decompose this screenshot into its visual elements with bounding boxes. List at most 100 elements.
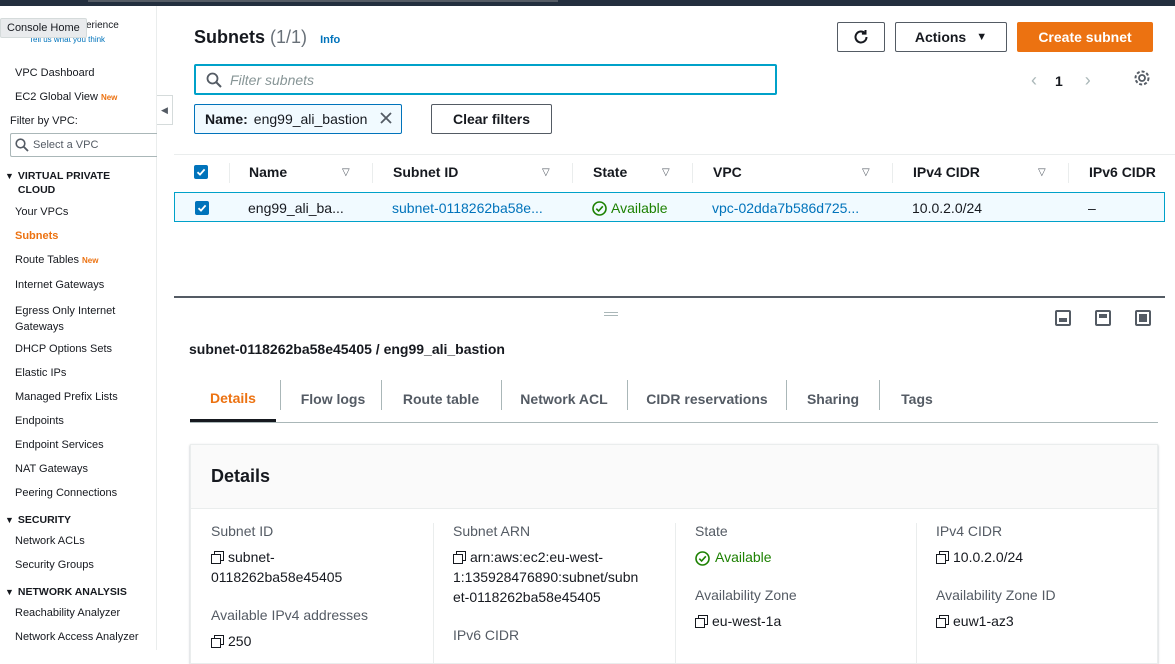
copy-icon[interactable]: [211, 551, 224, 564]
collapse-sidebar-button[interactable]: ◀: [157, 95, 173, 125]
sidebar-item-network-access-analyzer[interactable]: Network Access Analyzer: [15, 631, 139, 643]
caret-down-icon: ▼: [5, 515, 14, 525]
panel-bottom-icon[interactable]: [1055, 310, 1071, 326]
sidebar-item-ec2-global-view[interactable]: EC2 Global View New: [15, 91, 117, 103]
sidebar-item-endpoint-services[interactable]: Endpoint Services: [15, 439, 104, 451]
field-label: Subnet ID: [211, 523, 274, 539]
sidebar-item-network-acls[interactable]: Network ACLs: [15, 535, 85, 547]
caret-down-icon: ▼: [976, 31, 988, 43]
vpc-filter-select[interactable]: Select a VPC: [10, 133, 157, 157]
sort-icon[interactable]: ▽: [1038, 155, 1046, 189]
field-label: Subnet ARN: [453, 523, 531, 539]
sidebar-item-label: EC2 Global View: [15, 91, 98, 103]
filter-input[interactable]: [230, 71, 750, 88]
column-header-subnet-id[interactable]: Subnet ID: [393, 155, 458, 189]
new-badge: New: [100, 93, 118, 102]
pagination: ‹ 1 ›: [1031, 70, 1091, 91]
sidebar-item-reachability-analyzer[interactable]: Reachability Analyzer: [15, 607, 120, 619]
resize-handle[interactable]: [604, 312, 618, 316]
main-content: Subnets (1/1) Info Actions ▼ Create subn…: [174, 6, 1175, 664]
column-header-vpc[interactable]: VPC: [713, 155, 742, 189]
sidebar-item-vpc-dashboard[interactable]: VPC Dashboard: [15, 67, 95, 79]
info-link[interactable]: Info: [320, 34, 340, 46]
settings-gear-icon[interactable]: [1133, 69, 1151, 92]
sidebar-item-route-tables[interactable]: Route Tables New: [15, 254, 98, 266]
create-subnet-button[interactable]: Create subnet: [1017, 22, 1153, 52]
field-value-subnet-id: subnet-: [211, 547, 416, 567]
column-header-name[interactable]: Name: [249, 155, 287, 189]
tab-route-table[interactable]: Route table: [382, 376, 500, 422]
sidebar-item-subnets[interactable]: Subnets: [15, 230, 58, 242]
search-icon: [206, 72, 222, 88]
section-security-toggle[interactable]: ▼ SECURITY: [5, 513, 71, 527]
column-header-state[interactable]: State: [593, 155, 627, 189]
sidebar-item-dhcp-options[interactable]: DHCP Options Sets: [15, 343, 112, 355]
check-circle-icon: [592, 200, 607, 216]
select-all-checkbox[interactable]: [194, 155, 208, 189]
sort-icon[interactable]: ▽: [542, 155, 550, 189]
field-value-subnet-id-cont: 0118262ba58e45405: [211, 569, 343, 585]
chevron-left-icon[interactable]: ‹: [1031, 70, 1037, 91]
tab-tags[interactable]: Tags: [880, 376, 954, 422]
close-icon[interactable]: [379, 111, 393, 128]
field-value-ipv4-cidr: 10.0.2.0/24: [936, 547, 1141, 567]
refresh-button[interactable]: [837, 22, 885, 52]
actions-label: Actions: [914, 29, 967, 45]
section-network-analysis-toggle[interactable]: ▼ NETWORK ANALYSIS: [5, 585, 127, 599]
page-title: Subnets (1/1) Info: [194, 27, 340, 48]
sidebar-item-endpoints[interactable]: Endpoints: [15, 415, 64, 427]
column-header-ipv4[interactable]: IPv4 CIDR: [913, 155, 980, 189]
tab-network-acl[interactable]: Network ACL: [502, 376, 626, 422]
filter-search-box[interactable]: [194, 64, 777, 95]
copy-icon[interactable]: [695, 615, 708, 628]
section-title: VIRTUAL PRIVATE CLOUD: [17, 170, 111, 196]
copy-icon[interactable]: [936, 615, 949, 628]
caret-down-icon: ▼: [5, 171, 14, 181]
cell-ipv4: 10.0.2.0/24: [912, 200, 983, 216]
tab-cidr-reservations[interactable]: CIDR reservations: [628, 376, 786, 422]
copy-icon[interactable]: [453, 551, 466, 564]
cell-subnet-id-link[interactable]: subnet-0118262ba58e...: [392, 193, 543, 223]
copy-icon[interactable]: [936, 551, 949, 564]
column-ipv4-cidr: IPv4 CIDR 10.0.2.0/24 Availability Zone …: [936, 523, 1141, 631]
sidebar-item-elastic-ips[interactable]: Elastic IPs: [15, 367, 66, 379]
console-home-tooltip: Console Home: [0, 18, 87, 38]
row-checkbox[interactable]: [195, 193, 209, 223]
sidebar-item-peering[interactable]: Peering Connections: [15, 487, 117, 499]
cell-vpc-link[interactable]: vpc-02dda7b586d725...: [712, 193, 859, 223]
sidebar-item-internet-gateways[interactable]: Internet Gateways: [15, 279, 104, 291]
panel-side-icon[interactable]: [1095, 310, 1111, 326]
copy-icon[interactable]: [211, 635, 224, 648]
panel-full-icon[interactable]: [1135, 310, 1151, 326]
sort-icon[interactable]: ▽: [662, 155, 670, 189]
new-experience-text: erience: [86, 20, 119, 31]
clear-filters-button[interactable]: Clear filters: [431, 104, 552, 134]
section-title: NETWORK ANALYSIS: [17, 586, 127, 598]
chevron-right-icon[interactable]: ›: [1085, 70, 1091, 91]
tab-sharing[interactable]: Sharing: [787, 376, 879, 422]
sidebar-item-security-groups[interactable]: Security Groups: [15, 559, 94, 571]
split-panel-divider[interactable]: [174, 296, 1165, 298]
section-vpc-toggle[interactable]: ▼ VIRTUAL PRIVATE CLOUD: [5, 169, 110, 197]
sidebar-item-your-vpcs[interactable]: Your VPCs: [15, 206, 68, 218]
field-value-state: Available: [695, 547, 900, 567]
page-number[interactable]: 1: [1055, 73, 1063, 89]
field-value-available-ipv4: 250: [211, 631, 416, 651]
detail-tabs: Details Flow logs Route table Network AC…: [190, 376, 1158, 423]
column-header-ipv6[interactable]: IPv6 CIDR: [1089, 155, 1156, 189]
sidebar-item-prefix-lists[interactable]: Managed Prefix Lists: [15, 391, 118, 403]
tab-details[interactable]: Details: [190, 376, 276, 422]
actions-button[interactable]: Actions ▼: [895, 22, 1007, 52]
cell-name: eng99_ali_ba...: [248, 200, 344, 216]
table-row[interactable]: eng99_ali_ba... subnet-0118262ba58e... A…: [174, 192, 1165, 222]
check-circle-icon: [695, 550, 710, 566]
sidebar-item-egress-only-igw[interactable]: Egress Only Internet Gateways: [15, 303, 115, 335]
field-label: IPv4 CIDR: [936, 523, 1003, 539]
tab-flow-logs[interactable]: Flow logs: [281, 376, 385, 422]
detail-panel-title: subnet-0118262ba58e45405 / eng99_ali_bas…: [189, 341, 505, 357]
sort-icon[interactable]: ▽: [342, 155, 350, 189]
sort-icon[interactable]: ▽: [862, 155, 870, 189]
cell-state: Available: [592, 193, 668, 223]
refresh-icon: [854, 30, 868, 44]
sidebar-item-nat-gateways[interactable]: NAT Gateways: [15, 463, 88, 475]
